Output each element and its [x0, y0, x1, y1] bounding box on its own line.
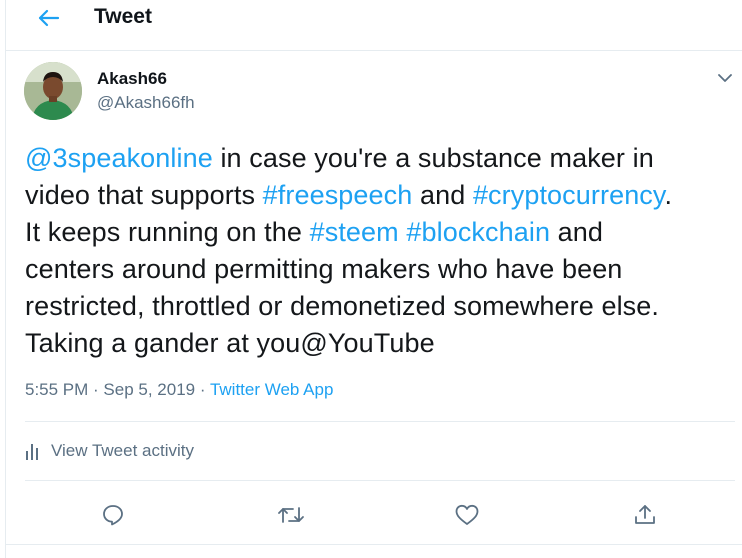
tweet-text-segment: and	[412, 180, 473, 210]
tweet-line: It keeps running on the #steem #blockcha…	[25, 214, 725, 251]
hashtag-link[interactable]: #cryptocurrency	[473, 180, 665, 210]
share-icon	[635, 505, 655, 524]
heart-icon	[455, 504, 479, 525]
reply-button[interactable]	[98, 500, 128, 530]
view-tweet-activity-label: View Tweet activity	[51, 441, 194, 460]
tweet-text-segment: .	[664, 180, 673, 210]
reply-icon	[103, 505, 123, 526]
tweet-text: @3speakonline in case you're a substance…	[25, 140, 725, 362]
more-options-button[interactable]	[714, 68, 736, 88]
tweet-text-segment: video that supports	[25, 180, 263, 210]
tweet-line: restricted, throttled or demonetized som…	[25, 288, 725, 325]
divider	[25, 421, 735, 422]
left-border	[5, 0, 6, 558]
tweet-actions	[0, 500, 742, 530]
share-button[interactable]	[630, 500, 660, 530]
tweet-meta: 5:55 PM · Sep 5, 2019 · Twitter Web App	[25, 380, 333, 400]
back-arrow-icon	[38, 9, 60, 27]
mention-link[interactable]: @3speakonline	[25, 143, 213, 173]
user-handle[interactable]: @Akash66fh	[97, 93, 195, 113]
tweet-line: @3speakonline in case you're a substance…	[25, 140, 725, 177]
tweet-text-segment: It keeps running on the	[25, 217, 310, 247]
tweet-text-segment: in case you're a substance maker in	[212, 143, 654, 173]
bottom-divider	[6, 544, 742, 545]
bar-chart-icon	[25, 442, 39, 460]
view-tweet-activity-link[interactable]: View Tweet activity	[25, 441, 194, 461]
tweet-line: Taking a gander at you@YouTube	[25, 325, 725, 362]
avatar[interactable]	[24, 62, 82, 120]
divider	[25, 480, 735, 481]
like-button[interactable]	[452, 500, 482, 530]
tweet-text-segment: centers around permitting makers who hav…	[25, 254, 623, 284]
tweet-line: centers around permitting makers who hav…	[25, 251, 725, 288]
tweet-date[interactable]: Sep 5, 2019	[103, 380, 195, 399]
retweet-button[interactable]	[276, 500, 306, 530]
tweet-line: video that supports #freespeech and #cry…	[25, 177, 725, 214]
tweet-text-segment: and	[550, 217, 604, 247]
retweet-icon	[278, 507, 304, 523]
chevron-down-icon	[718, 73, 732, 82]
page-title: Tweet	[94, 5, 152, 28]
hashtag-link[interactable]: #freespeech	[263, 180, 413, 210]
tweet-text-segment: restricted, throttled or demonetized som…	[25, 291, 660, 321]
meta-separator: ·	[88, 380, 104, 399]
back-button[interactable]	[33, 8, 65, 28]
hashtag-link[interactable]: #blockchain	[406, 217, 550, 247]
user-name[interactable]: Akash66	[97, 69, 167, 89]
meta-separator: ·	[195, 380, 210, 399]
tweet-text-segment: Taking a gander at you@YouTube	[25, 328, 435, 358]
header: Tweet	[6, 0, 742, 51]
tweet-time[interactable]: 5:55 PM	[25, 380, 88, 399]
tweet-source-app[interactable]: Twitter Web App	[210, 380, 333, 399]
hashtag-link[interactable]: #steem	[310, 217, 399, 247]
